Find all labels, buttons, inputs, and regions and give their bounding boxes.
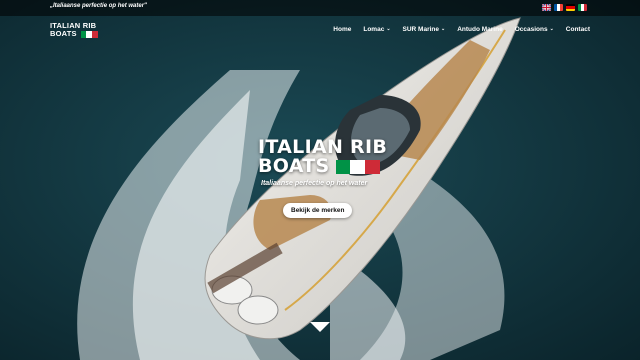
hero-section: ITALIAN RIB BOATS Italiaanse perfectie o… (258, 138, 438, 188)
nav-label: SUR Marine (402, 26, 439, 33)
main-navigation: Home Lomac ⌄ SUR Marine ⌄ Antudo Marine Oc… (333, 26, 590, 33)
italian-flag-icon (80, 30, 98, 38)
language-switcher (542, 4, 587, 11)
chevron-down-icon: ⌄ (386, 26, 391, 32)
logo-line2: BOATS (50, 29, 77, 38)
nav-item-antudo-marine[interactable]: Antudo Marine (457, 26, 503, 33)
hero-title: ITALIAN RIB BOATS (258, 138, 438, 176)
nav-item-sur-marine[interactable]: SUR Marine ⌄ (403, 26, 446, 33)
nav-item-home[interactable]: Home (333, 26, 351, 33)
nav-label: Home (333, 26, 352, 33)
site-logo[interactable]: ITALIAN RIB BOATS (50, 22, 98, 38)
nav-label: Lomac (363, 26, 385, 33)
nav-label: Contact (565, 26, 590, 33)
english-flag-icon[interactable] (542, 4, 551, 11)
hero-subtitle: Italiaanse perfectie op het water (261, 180, 368, 187)
scroll-down-icon[interactable] (310, 322, 330, 332)
hero-title-line2: BOATS (258, 155, 330, 177)
chevron-down-icon: ⌄ (441, 26, 446, 32)
italian-flag-icon (335, 160, 380, 174)
german-flag-icon[interactable] (566, 4, 575, 11)
view-brands-button[interactable]: Bekijk de merken (283, 203, 353, 218)
chevron-down-icon: ⌄ (549, 26, 554, 32)
nav-item-lomac[interactable]: Lomac ⌄ (363, 26, 390, 33)
italian-flag-icon[interactable] (578, 4, 587, 11)
top-tagline: „Italiaanse perfectie op het water" (50, 3, 147, 9)
nav-item-contact[interactable]: Contact (566, 26, 590, 33)
french-flag-icon[interactable] (554, 4, 563, 11)
nav-label: Occasions (514, 26, 548, 33)
top-bar: „Italiaanse perfectie op het water" (0, 0, 640, 16)
nav-item-occasions[interactable]: Occasions ⌄ (515, 26, 554, 33)
nav-label: Antudo Marine (457, 26, 503, 33)
